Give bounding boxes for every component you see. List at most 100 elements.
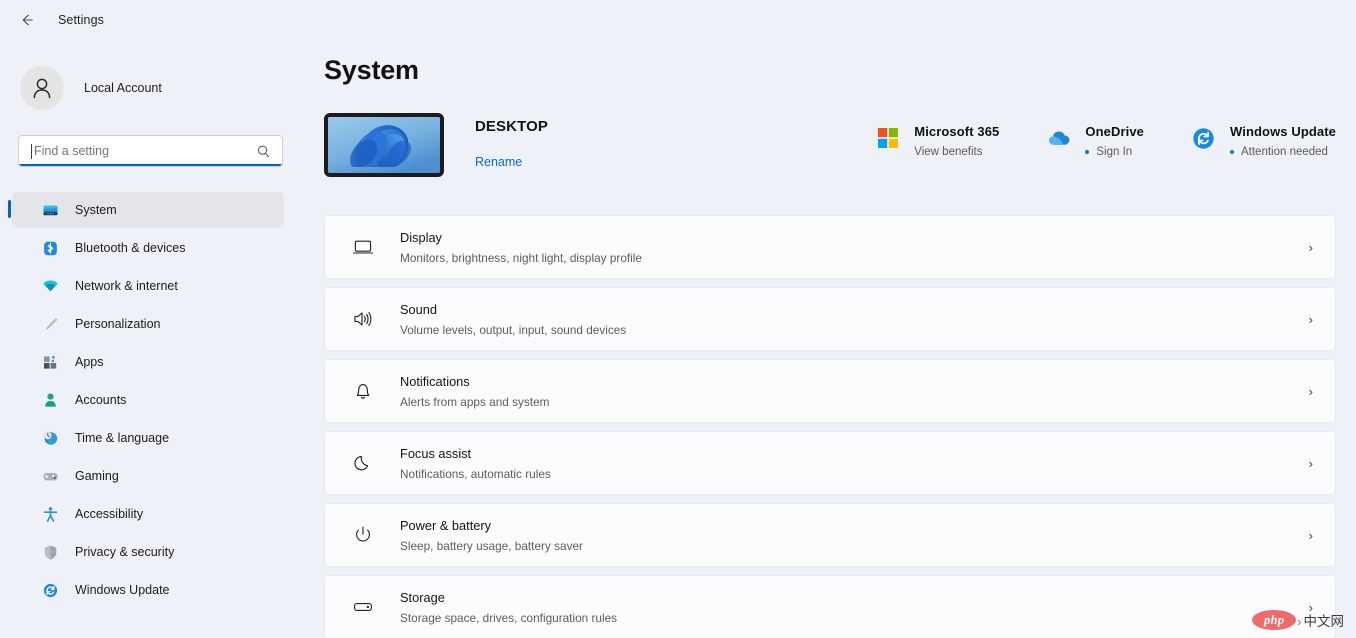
status-cards: Microsoft 365 View benefits OneDrive Sig… <box>876 113 1336 158</box>
storage-drive-icon <box>351 595 375 619</box>
status-card-text: OneDrive Sign In <box>1085 123 1144 158</box>
search-icon[interactable] <box>256 144 271 159</box>
sidebar-item-accounts[interactable]: Accounts <box>12 382 284 418</box>
status-card-title: Microsoft 365 <box>914 124 1000 139</box>
setting-row-storage[interactable]: Storage Storage space, drives, configura… <box>324 575 1336 638</box>
status-card-sub: View benefits <box>914 146 999 158</box>
sidebar-item-label: System <box>75 203 117 217</box>
search-input[interactable] <box>32 144 256 158</box>
titlebar: Settings <box>0 0 1356 40</box>
setting-row-text: Notifications Alerts from apps and syste… <box>400 373 1309 409</box>
search-focus-underline <box>19 164 282 166</box>
setting-row-text: Storage Storage space, drives, configura… <box>400 589 1309 625</box>
setting-row-notifications[interactable]: Notifications Alerts from apps and syste… <box>324 359 1336 423</box>
update-refresh-icon <box>42 582 59 599</box>
paintbrush-icon <box>42 316 59 333</box>
chevron-right-icon[interactable]: › <box>1309 240 1317 255</box>
setting-row-power-battery[interactable]: Power & battery Sleep, battery usage, ba… <box>324 503 1336 567</box>
status-card-title: OneDrive <box>1085 124 1144 139</box>
power-battery-icon <box>351 523 375 547</box>
settings-list: Display Monitors, brightness, night ligh… <box>324 215 1336 638</box>
display-monitor-icon <box>351 235 375 259</box>
chevron-right-icon[interactable]: › <box>1309 384 1317 399</box>
sidebar-item-privacy-security[interactable]: Privacy & security <box>12 534 284 570</box>
device-header: DESKTOP Rename Microsoft 365 View benefi… <box>324 113 1336 193</box>
setting-row-sub: Storage space, drives, configuration rul… <box>400 611 618 625</box>
sidebar-item-label: Privacy & security <box>75 545 175 559</box>
windows-bloom-wallpaper-thumbnail <box>324 113 444 177</box>
chevron-right-icon[interactable]: › <box>1309 600 1317 615</box>
back-arrow-icon <box>22 14 33 26</box>
status-card-windows-update[interactable]: Windows Update Attention needed <box>1192 123 1336 158</box>
sidebar-item-bluetooth-devices[interactable]: Bluetooth & devices <box>12 230 284 266</box>
chevron-right-icon[interactable]: › <box>1309 312 1317 327</box>
setting-row-text: Sound Volume levels, output, input, soun… <box>400 301 1309 337</box>
status-card-sub-label: Sign In <box>1096 146 1133 158</box>
person-icon <box>42 392 59 409</box>
onedrive-cloud-icon <box>1047 126 1071 150</box>
device-meta: DESKTOP Rename <box>475 113 548 171</box>
wifi-icon <box>42 278 59 295</box>
sidebar-item-label: Windows Update <box>75 583 170 597</box>
setting-row-sound[interactable]: Sound Volume levels, output, input, soun… <box>324 287 1336 351</box>
avatar <box>20 65 64 110</box>
page-title: System <box>324 55 419 85</box>
setting-row-sub: Alerts from apps and system <box>400 395 550 409</box>
user-avatar-icon <box>33 78 51 98</box>
setting-row-sub: Volume levels, output, input, sound devi… <box>400 323 627 337</box>
sidebar-item-system[interactable]: System <box>8 192 284 228</box>
status-card-sub-label: View benefits <box>914 146 983 158</box>
sidebar-item-time-language[interactable]: Time & language <box>12 420 284 456</box>
sound-speaker-icon <box>351 307 375 331</box>
notifications-bell-icon <box>351 379 375 403</box>
sidebar-nav: System Bluetooth & devices Network & int… <box>0 190 284 610</box>
status-card-sub: Attention needed <box>1229 146 1336 158</box>
sidebar-item-label: Bluetooth & devices <box>75 241 186 255</box>
sidebar-item-label: Accessibility <box>75 507 144 521</box>
main-content: System DESKTOP Rename Microsoft 365 View… <box>300 40 1356 638</box>
chevron-right-icon[interactable]: › <box>1309 528 1317 543</box>
sidebar-item-label: Apps <box>75 355 104 369</box>
status-card-title: Windows Update <box>1229 124 1336 139</box>
settings-window: Settings Local Account Find a setting Sy… <box>0 0 1356 638</box>
bluetooth-icon <box>42 240 59 257</box>
monitor-icon <box>42 202 59 219</box>
sidebar-item-label: Personalization <box>75 317 161 331</box>
sidebar-item-accessibility[interactable]: Accessibility <box>12 496 284 532</box>
status-dot-icon <box>1229 150 1234 154</box>
back-button[interactable] <box>12 5 42 35</box>
search-box[interactable] <box>18 135 283 167</box>
sidebar-item-network-internet[interactable]: Network & internet <box>12 268 284 304</box>
chevron-right-icon[interactable]: › <box>1309 456 1317 471</box>
setting-row-title: Display <box>400 230 442 245</box>
setting-row-display[interactable]: Display Monitors, brightness, night ligh… <box>324 215 1336 279</box>
status-card-text: Microsoft 365 View benefits <box>914 123 999 158</box>
setting-row-sub: Monitors, brightness, night light, displ… <box>400 251 642 265</box>
status-dot-icon <box>1085 150 1090 154</box>
sidebar-item-gaming[interactable]: Gaming <box>12 458 284 494</box>
setting-row-title: Sound <box>400 302 438 317</box>
setting-row-focus-assist[interactable]: Focus assist Notifications, automatic ru… <box>324 431 1336 495</box>
sidebar-item-apps[interactable]: Apps <box>12 344 284 380</box>
gamepad-icon <box>42 468 59 485</box>
account-name: Local Account <box>84 80 162 95</box>
setting-row-text: Power & battery Sleep, battery usage, ba… <box>400 517 1309 553</box>
setting-row-text: Focus assist Notifications, automatic ru… <box>400 445 1309 481</box>
sidebar-item-label: Time & language <box>75 431 170 445</box>
setting-row-sub: Notifications, automatic rules <box>400 467 551 481</box>
clock-globe-icon <box>42 430 59 447</box>
account-block[interactable]: Local Account <box>0 40 284 118</box>
windows-update-icon <box>1192 126 1216 150</box>
setting-row-title: Focus assist <box>400 446 472 461</box>
status-card-onedrive[interactable]: OneDrive Sign In <box>1047 123 1144 158</box>
window-body: Local Account Find a setting System Blue… <box>0 40 1356 638</box>
setting-row-title: Storage <box>400 590 445 605</box>
sidebar-item-windows-update[interactable]: Windows Update <box>12 572 284 608</box>
focus-assist-moon-icon <box>351 451 375 475</box>
sidebar-item-personalization[interactable]: Personalization <box>12 306 284 342</box>
setting-row-title: Power & battery <box>400 518 492 533</box>
rename-link[interactable]: Rename <box>475 155 522 169</box>
status-card-microsoft-365[interactable]: Microsoft 365 View benefits <box>876 123 999 158</box>
apps-grid-icon <box>42 354 59 371</box>
setting-row-sub: Sleep, battery usage, battery saver <box>400 539 583 553</box>
